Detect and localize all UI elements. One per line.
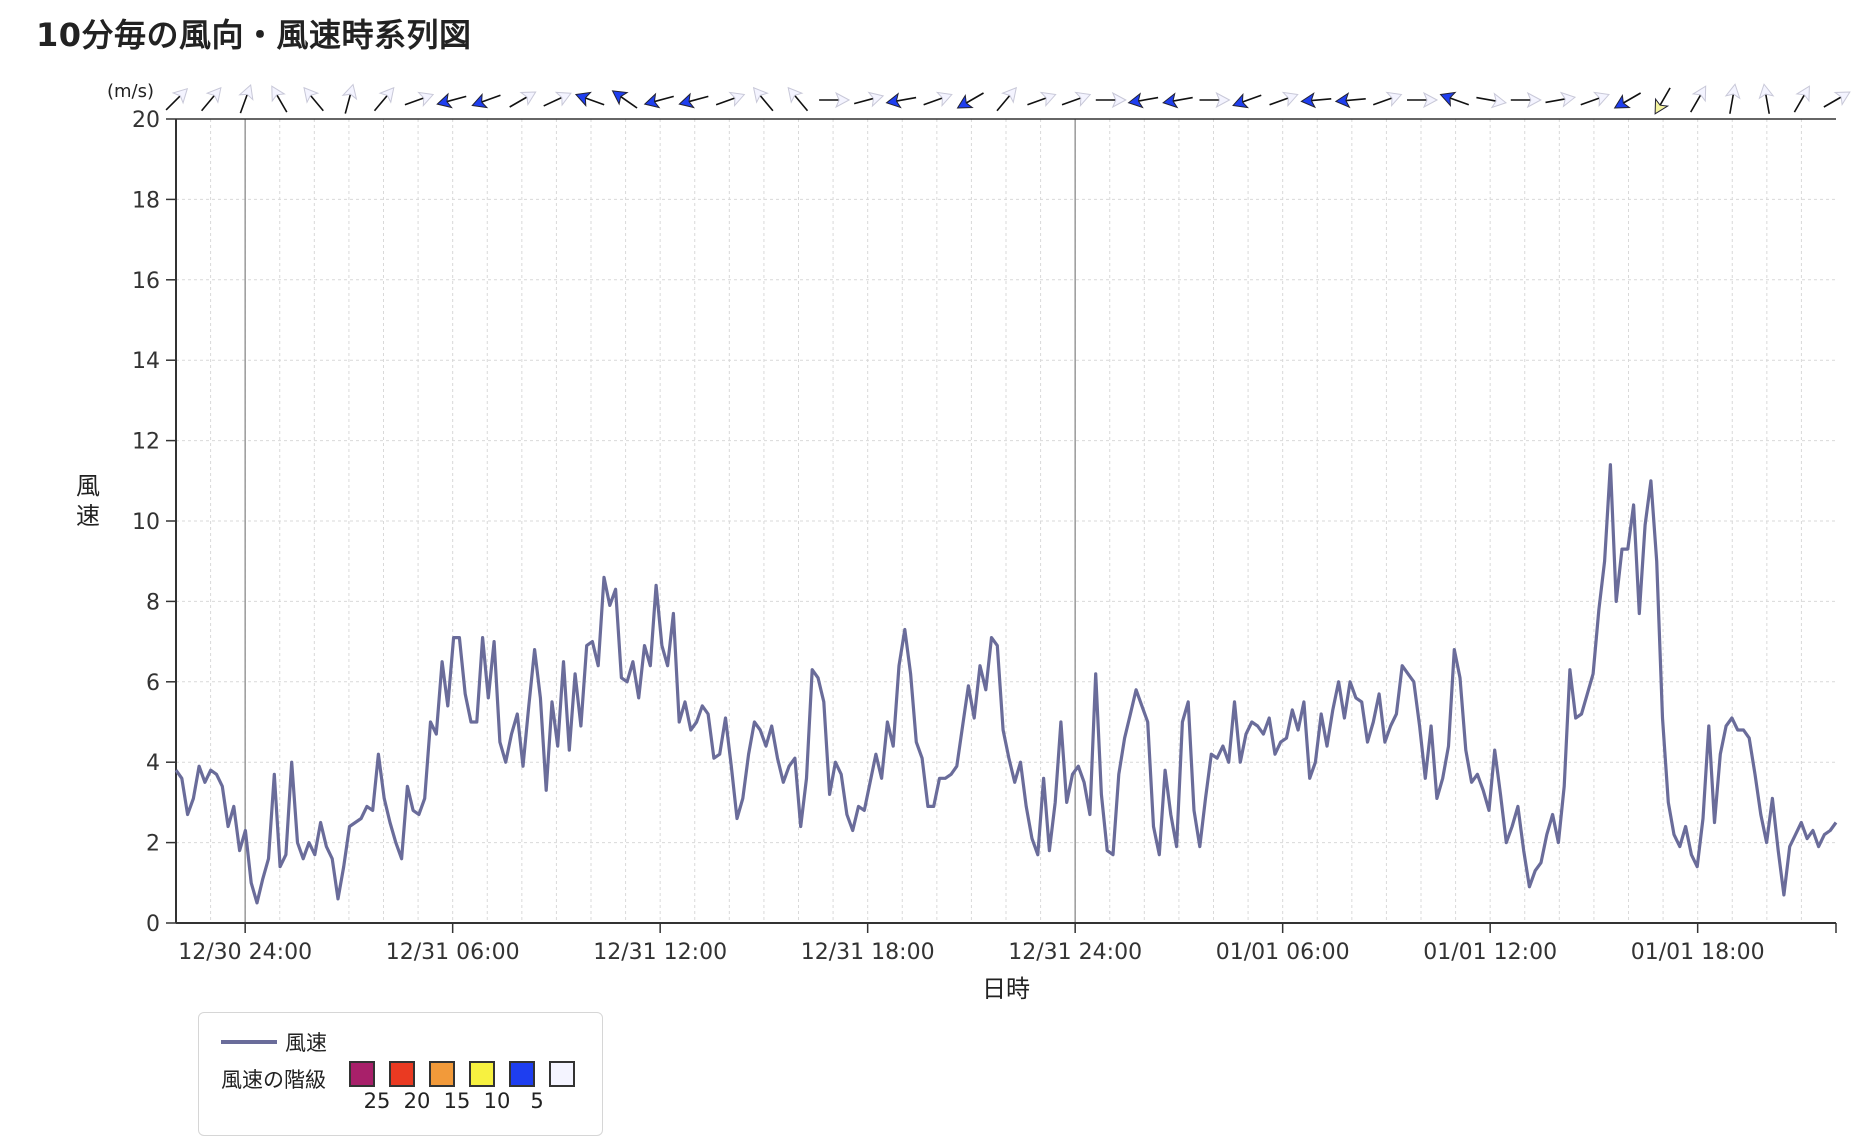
x-axis-ticks: 12/30 24:00 12/31 06:00 12/31 12:00 12/31 1… bbox=[178, 923, 1837, 965]
wind-direction-arrow bbox=[1127, 92, 1159, 109]
wind-direction-arrow bbox=[1654, 87, 1671, 115]
wind-direction-arrow bbox=[1690, 85, 1707, 113]
legend-class-swatch bbox=[509, 1061, 535, 1087]
wind-direction-arrow bbox=[956, 92, 984, 109]
y-tick-label: 20 bbox=[132, 108, 160, 133]
wind-direction-arrow bbox=[303, 86, 324, 112]
x-tick-label: 12/31 24:00 bbox=[1008, 940, 1142, 965]
x-tick-label: 12/30 24:00 bbox=[178, 940, 312, 965]
y-tick-label: 18 bbox=[132, 188, 160, 213]
legend-series-row: 風速 bbox=[221, 1027, 327, 1057]
legend-class-item: 5 bbox=[502, 1061, 544, 1113]
legend-series-swatch bbox=[221, 1040, 277, 1044]
y-tick-label: 14 bbox=[132, 349, 160, 374]
y-tick-label: 6 bbox=[146, 671, 160, 696]
wind-direction-arrow bbox=[923, 91, 953, 107]
x-tick-label: 01/01 12:00 bbox=[1423, 940, 1557, 965]
legend-class-item: 10 bbox=[462, 1061, 510, 1113]
legend-series-label: 風速 bbox=[285, 1031, 327, 1055]
legend-class-item: 25 bbox=[342, 1061, 390, 1113]
wind-direction-arrow bbox=[787, 86, 809, 112]
wind-direction-arrow bbox=[611, 90, 638, 109]
wind-direction-arrow bbox=[1027, 91, 1057, 107]
x-axis-title: 日時 bbox=[982, 975, 1030, 1003]
legend: 風速 風速の階級 25 20 15 10 5 bbox=[198, 1012, 603, 1136]
legend-class-swatch bbox=[389, 1061, 415, 1087]
wind-direction-arrow bbox=[165, 87, 189, 111]
wind-direction-arrow bbox=[752, 86, 774, 112]
x-tick-label: 12/31 12:00 bbox=[593, 940, 727, 965]
grid-layer bbox=[176, 118, 1836, 924]
wind-direction-arrow bbox=[509, 91, 537, 108]
legend-class-swatch bbox=[549, 1061, 575, 1087]
wind-direction-arrow bbox=[1580, 91, 1610, 107]
wind-direction-arrow bbox=[1162, 92, 1193, 109]
y-axis-title: 風速 bbox=[76, 472, 100, 530]
x-tick-label: 01/01 18:00 bbox=[1631, 940, 1765, 965]
wind-direction-arrow bbox=[1476, 92, 1507, 109]
legend-class-swatches: 25 20 15 10 5 bbox=[342, 1061, 582, 1113]
wind-direction-arrow bbox=[1613, 92, 1642, 109]
y-tick-label: 12 bbox=[132, 430, 160, 455]
legend-class-swatch bbox=[469, 1061, 495, 1087]
wind-direction-arrow bbox=[853, 91, 885, 108]
y-tick-label: 4 bbox=[146, 751, 160, 776]
wind-direction-arrow bbox=[885, 92, 917, 109]
legend-class-item: 20 bbox=[382, 1061, 430, 1113]
y-tick-label: 16 bbox=[132, 269, 160, 294]
legend-class-label: 風速の階級 bbox=[221, 1068, 326, 1092]
wind-direction-arrow bbox=[1724, 83, 1741, 114]
legend-class-swatch bbox=[429, 1061, 455, 1087]
legend-class-swatch bbox=[349, 1061, 375, 1087]
wind-direction-arrow bbox=[1545, 91, 1577, 108]
wind-direction-arrows bbox=[165, 83, 1851, 115]
wind-speed-chart: 0 2 4 6 8 10 12 14 16 18 20 12/30 24:00 12/31 06:00… bbox=[76, 81, 1851, 1003]
wind-direction-arrow bbox=[471, 93, 501, 109]
wind-direction-arrow bbox=[404, 91, 435, 107]
wind-direction-arrow bbox=[200, 86, 222, 112]
legend-class-item: 15 bbox=[422, 1061, 470, 1113]
wind-direction-arrow bbox=[271, 85, 288, 113]
wind-direction-arrow bbox=[819, 91, 851, 109]
wind-direction-arrow bbox=[1439, 91, 1470, 107]
wind-direction-arrow bbox=[373, 86, 395, 112]
wind-direction-arrow bbox=[543, 91, 572, 107]
wind-direction-arrow bbox=[1407, 91, 1439, 109]
wind-direction-arrow bbox=[678, 92, 709, 109]
wind-direction-arrow bbox=[341, 83, 358, 114]
y-tick-label: 0 bbox=[146, 912, 160, 937]
y-tick-label: 2 bbox=[146, 832, 160, 857]
wind-direction-arrow bbox=[1510, 91, 1542, 109]
wind-direction-arrow bbox=[1300, 92, 1332, 109]
wind-direction-arrow bbox=[1758, 83, 1775, 114]
wind-direction-arrow bbox=[1095, 91, 1127, 109]
y-tick-label: 10 bbox=[132, 510, 160, 535]
wind-direction-arrow bbox=[996, 86, 1017, 112]
x-tick-label: 12/31 18:00 bbox=[801, 940, 935, 965]
wind-direction-arrow bbox=[1334, 92, 1366, 109]
wind-direction-arrow bbox=[436, 92, 467, 109]
wind-direction-arrow bbox=[238, 83, 254, 114]
wind-direction-arrow bbox=[1372, 91, 1403, 107]
wind-direction-arrow bbox=[1061, 91, 1092, 107]
x-tick-label: 12/31 06:00 bbox=[386, 940, 520, 965]
wind-direction-arrow bbox=[1199, 91, 1231, 109]
wind-direction-arrow bbox=[715, 91, 746, 107]
y-axis-ticks: 0 2 4 6 8 10 12 14 16 18 20 bbox=[132, 108, 176, 937]
legend-class-item bbox=[542, 1061, 582, 1113]
wind-direction-arrow bbox=[643, 92, 674, 109]
wind-direction-arrow bbox=[1823, 91, 1851, 108]
wind-direction-arrow bbox=[1793, 85, 1810, 113]
x-tick-label: 01/01 06:00 bbox=[1216, 940, 1350, 965]
legend-class-row: 風速の階級 25 20 15 10 5 bbox=[221, 1061, 582, 1113]
wind-direction-arrow bbox=[1269, 91, 1299, 107]
wind-direction-arrow bbox=[1232, 93, 1262, 109]
y-tick-label: 8 bbox=[146, 590, 160, 615]
wind-direction-arrow bbox=[574, 91, 605, 107]
y-unit-label: (m/s) bbox=[107, 81, 154, 102]
